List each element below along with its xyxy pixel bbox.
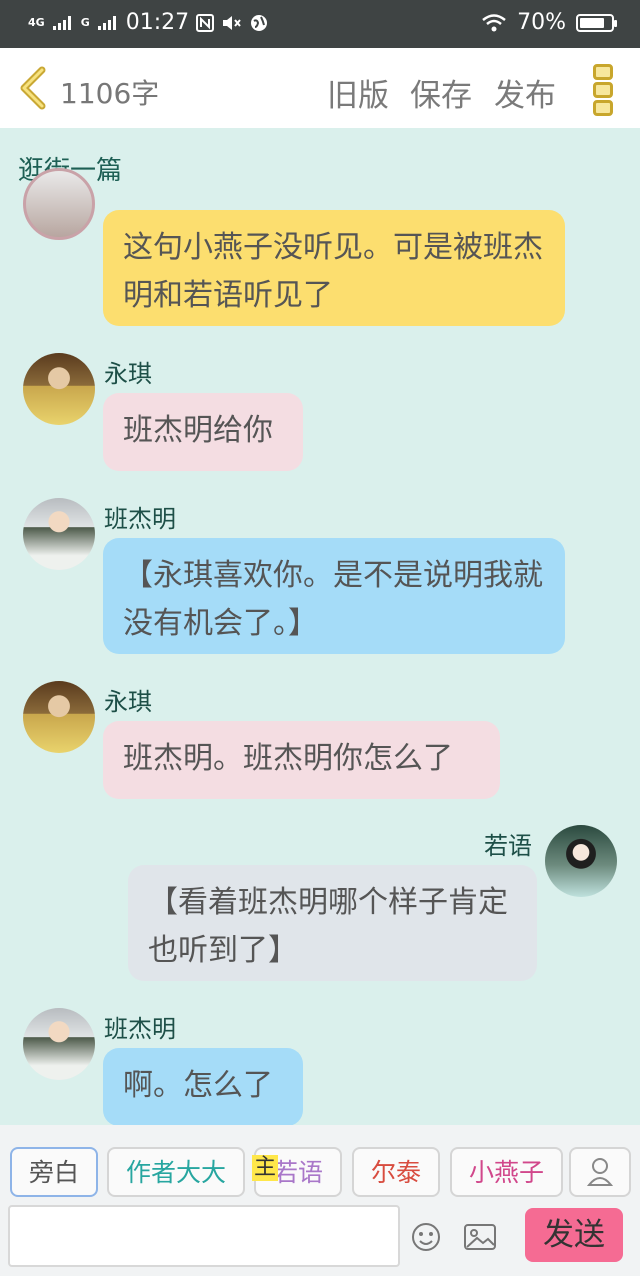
old-version-button[interactable]: 旧版	[327, 70, 389, 115]
emoji-icon[interactable]	[410, 1221, 442, 1253]
status-bar: 4G G 01:27 70%	[0, 0, 640, 48]
signal-icon	[52, 15, 71, 30]
speaker-name: 若语	[484, 832, 532, 860]
message-bubble[interactable]: 班杰明给你	[103, 393, 303, 471]
wifi-icon	[482, 13, 506, 31]
role-input-bar: 旁白 作者大大 若语 主 尔泰 小燕子 发送	[0, 1125, 640, 1276]
message-bubble[interactable]: 【看着班杰明哪个样子肯定也听到了】	[128, 865, 537, 981]
message-bubble[interactable]: 班杰明。班杰明你怎么了	[103, 721, 500, 799]
avatar[interactable]	[23, 168, 95, 240]
host-badge: 主	[252, 1155, 279, 1181]
battery-percent: 70%	[517, 10, 566, 35]
network-indicator-2: G	[80, 15, 90, 29]
more-menu-icon[interactable]	[593, 64, 615, 116]
speaker-name: 永琪	[104, 360, 152, 388]
user-icon	[586, 1158, 614, 1186]
editor-toolbar: 1106字 旧版 保存 发布	[0, 48, 640, 128]
send-button[interactable]: 发送	[525, 1208, 623, 1262]
network-indicator-1: 4G	[28, 15, 45, 29]
message-input[interactable]	[8, 1205, 400, 1267]
back-chevron-icon[interactable]	[16, 66, 50, 110]
speaker-name: 班杰明	[104, 505, 176, 533]
globe-icon	[251, 14, 268, 31]
word-count: 1106字	[60, 77, 160, 110]
role-author[interactable]: 作者大大	[107, 1147, 245, 1197]
chat-area[interactable]: 逛街一篇 这句小燕子没听见。可是被班杰明和若语听见了 永琪 班杰明给你 班杰明 …	[0, 128, 640, 1125]
clock: 01:27	[125, 10, 190, 35]
battery-icon	[576, 13, 617, 32]
speaker-name: 班杰明	[104, 1015, 176, 1043]
message-bubble[interactable]: 这句小燕子没听见。可是被班杰明和若语听见了	[103, 210, 565, 326]
save-button[interactable]: 保存	[410, 70, 472, 115]
role-ertai[interactable]: 尔泰	[352, 1147, 440, 1197]
publish-button[interactable]: 发布	[494, 70, 556, 115]
role-xiaoyanzi[interactable]: 小燕子	[450, 1147, 563, 1197]
signal-icon-2	[97, 15, 116, 30]
image-icon[interactable]	[463, 1221, 497, 1253]
nfc-icon	[196, 13, 215, 32]
avatar[interactable]	[23, 681, 95, 753]
avatar[interactable]	[23, 1008, 95, 1080]
mute-icon	[223, 15, 241, 30]
message-bubble[interactable]: 啊。怎么了	[103, 1048, 303, 1125]
message-bubble[interactable]: 【永琪喜欢你。是不是说明我就没有机会了。】	[103, 538, 565, 654]
add-role-button[interactable]	[569, 1147, 631, 1197]
avatar[interactable]	[23, 498, 95, 570]
avatar[interactable]	[545, 825, 617, 897]
role-narrator[interactable]: 旁白	[10, 1147, 98, 1197]
speaker-name: 永琪	[104, 688, 152, 716]
avatar[interactable]	[23, 353, 95, 425]
